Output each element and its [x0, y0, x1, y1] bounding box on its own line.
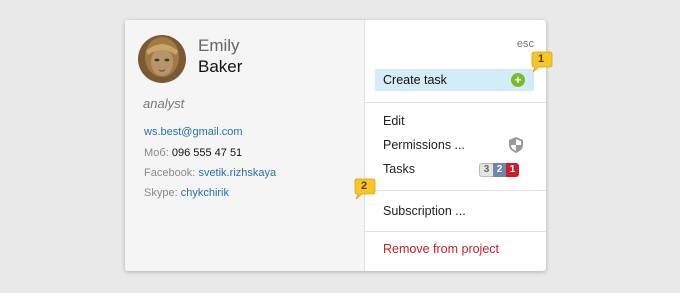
create-task-button[interactable]: Create task + — [375, 69, 534, 91]
tasks-count-gray: 3 — [479, 163, 493, 177]
esc-close-button[interactable]: esc — [517, 38, 534, 50]
callout-marker-2: 2 — [354, 178, 376, 200]
first-name: Emily — [198, 36, 240, 55]
tasks-count-red: 1 — [506, 163, 519, 177]
email-link[interactable]: ws.best@gmail.com — [144, 126, 243, 138]
subscription-menu-item[interactable]: Subscription ... — [383, 204, 466, 218]
user-popup-card: Emily Baker analyst ws.best@gmail.com Мо… — [125, 20, 546, 271]
tasks-menu-item[interactable]: Tasks — [383, 162, 415, 176]
divider — [365, 190, 546, 191]
divider — [365, 231, 546, 232]
tasks-count-blue: 2 — [493, 163, 506, 177]
avatar — [138, 35, 186, 83]
tasks-count-badges: 3 2 1 — [479, 163, 519, 177]
user-role: analyst — [143, 96, 185, 111]
callout-marker-1: 1 — [531, 51, 553, 73]
divider — [365, 102, 546, 103]
skype-row: Skype: chykchirik — [144, 187, 229, 199]
shield-icon — [509, 137, 523, 153]
edit-menu-item[interactable]: Edit — [383, 114, 405, 128]
profile-panel: Emily Baker analyst ws.best@gmail.com Мо… — [125, 20, 365, 271]
facebook-row: Facebook: svetik.rizhskaya — [144, 167, 276, 179]
callout-number: 2 — [360, 180, 368, 192]
permissions-menu-item[interactable]: Permissions ... — [383, 138, 465, 152]
phone-label: Моб: — [144, 147, 169, 159]
skype-link[interactable]: chykchirik — [181, 187, 229, 199]
create-task-label: Create task — [383, 73, 447, 87]
email-row: ws.best@gmail.com — [144, 126, 243, 138]
action-menu: esc Create task + Edit Permissions ... T… — [365, 20, 546, 271]
remove-from-project-menu-item[interactable]: Remove from project — [383, 242, 499, 256]
last-name: Baker — [198, 57, 243, 76]
phone-row: Моб: 096 555 47 51 — [144, 147, 242, 159]
callout-number: 1 — [537, 53, 545, 65]
plus-icon: + — [511, 73, 525, 87]
facebook-label: Facebook: — [144, 167, 196, 179]
skype-label: Skype: — [144, 187, 178, 199]
facebook-link[interactable]: svetik.rizhskaya — [198, 167, 276, 179]
phone-value: 096 555 47 51 — [171, 147, 243, 159]
